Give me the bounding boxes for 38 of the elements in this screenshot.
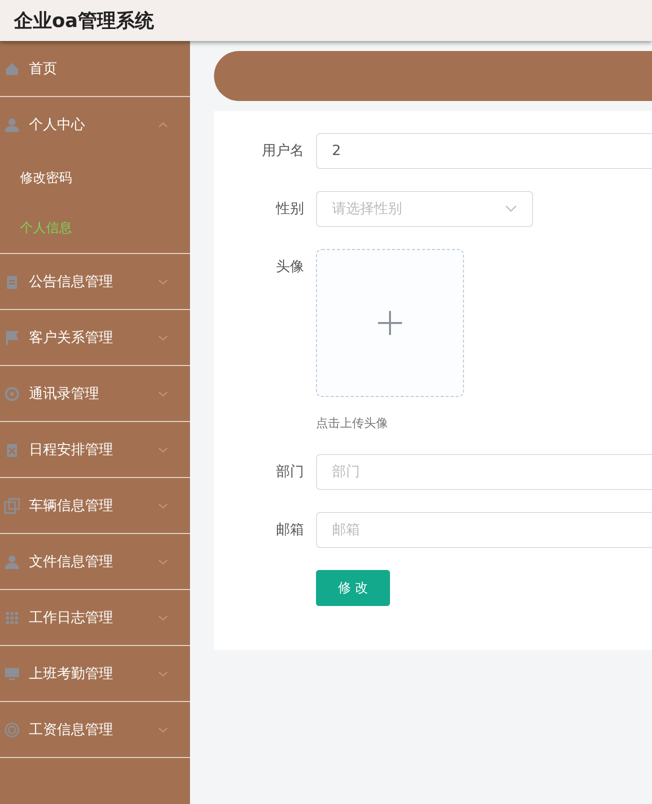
- menu-icon: [4, 554, 20, 570]
- plus-icon: [377, 310, 403, 336]
- menu-icon: [4, 666, 20, 682]
- menu-item[interactable]: 车辆信息管理: [0, 478, 190, 534]
- submenu-item[interactable]: 个人信息: [0, 203, 190, 253]
- app-title: 企业oa管理系统: [14, 8, 154, 34]
- submenu-item[interactable]: 修改密码: [0, 153, 190, 203]
- upload-hint: 点击上传头像: [316, 415, 389, 432]
- menu-icon: [4, 498, 20, 514]
- menu-item[interactable]: 上班考勤管理: [0, 646, 190, 702]
- menu-icon: [4, 60, 20, 76]
- menu-item[interactable]: 通讯录管理: [0, 366, 190, 422]
- text-field[interactable]: 部门: [316, 454, 652, 490]
- menu-item[interactable]: 客户关系管理: [0, 310, 190, 366]
- menu-icon: [4, 610, 20, 626]
- field-label: 用户名: [261, 142, 305, 161]
- avatar-upload[interactable]: [316, 249, 464, 397]
- field-label: 部门: [275, 463, 305, 482]
- menu-item[interactable]: 公告信息管理: [0, 254, 190, 310]
- menu-item[interactable]: 首页: [0, 41, 190, 97]
- text-field[interactable]: 邮箱: [316, 512, 652, 548]
- menu-icon: [4, 117, 20, 133]
- menu-icon: [4, 722, 20, 738]
- submit-button[interactable]: 修 改: [316, 570, 390, 606]
- menu-item[interactable]: 工作日志管理: [0, 590, 190, 646]
- menu-icon: [4, 386, 20, 402]
- menu-icon: [4, 442, 20, 458]
- menu-item[interactable]: 个人中心: [0, 97, 190, 153]
- menu-item[interactable]: 日程安排管理: [0, 422, 190, 478]
- menu-icon: [4, 274, 20, 290]
- text-field[interactable]: 2: [316, 133, 652, 169]
- field-label: 性别: [274, 200, 305, 219]
- menu-icon: [4, 330, 20, 346]
- field-label: 邮箱: [275, 521, 305, 540]
- field-label: 头像: [275, 258, 305, 277]
- chevron-down-icon: [505, 205, 517, 213]
- menu-item[interactable]: 工资信息管理: [0, 702, 190, 758]
- menu-item[interactable]: 文件信息管理: [0, 534, 190, 590]
